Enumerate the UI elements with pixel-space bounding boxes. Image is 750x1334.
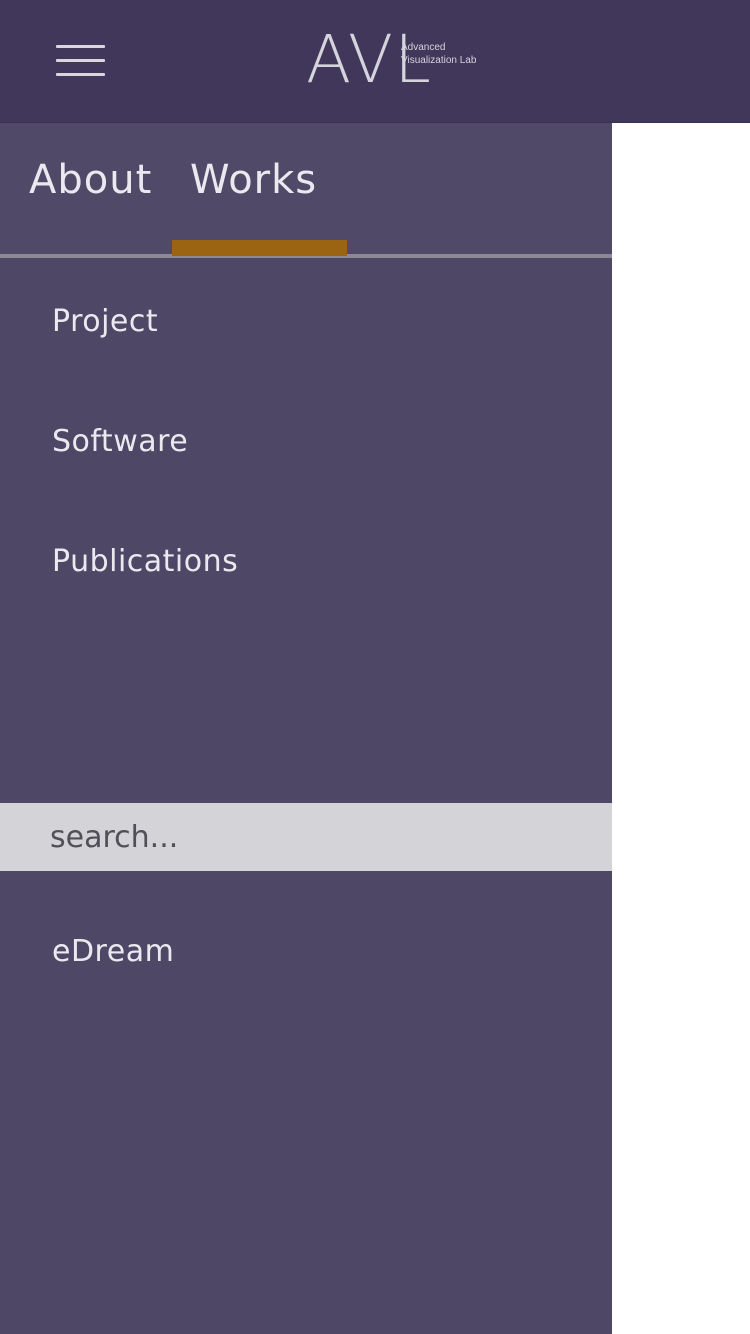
- hamburger-line: [56, 45, 105, 48]
- menu-item-software[interactable]: Software: [52, 422, 188, 462]
- drawer-tabs: About Works: [0, 123, 612, 258]
- navigation-drawer: About Works Project Software Publication…: [0, 123, 612, 1334]
- search-bar: [0, 803, 612, 871]
- menu-item-edream[interactable]: eDream: [52, 932, 174, 972]
- active-tab-indicator: [172, 240, 347, 256]
- hamburger-line: [56, 73, 105, 76]
- tab-works[interactable]: Works: [190, 155, 317, 205]
- tab-about[interactable]: About: [29, 155, 152, 205]
- avl-logo[interactable]: AVL Advanced Visualization Lab: [306, 27, 506, 93]
- logo-subtitle-line2: Visualization Lab: [401, 55, 477, 66]
- menu-item-publications[interactable]: Publications: [52, 542, 238, 582]
- app-header: AVL Advanced Visualization Lab: [0, 0, 750, 123]
- logo-subtitle: Advanced Visualization Lab: [401, 41, 476, 67]
- logo-subtitle-line1: Advanced: [401, 42, 446, 53]
- hamburger-menu-icon[interactable]: [50, 38, 112, 84]
- search-input[interactable]: [0, 803, 612, 871]
- hamburger-line: [56, 59, 105, 62]
- menu-item-project[interactable]: Project: [52, 302, 158, 342]
